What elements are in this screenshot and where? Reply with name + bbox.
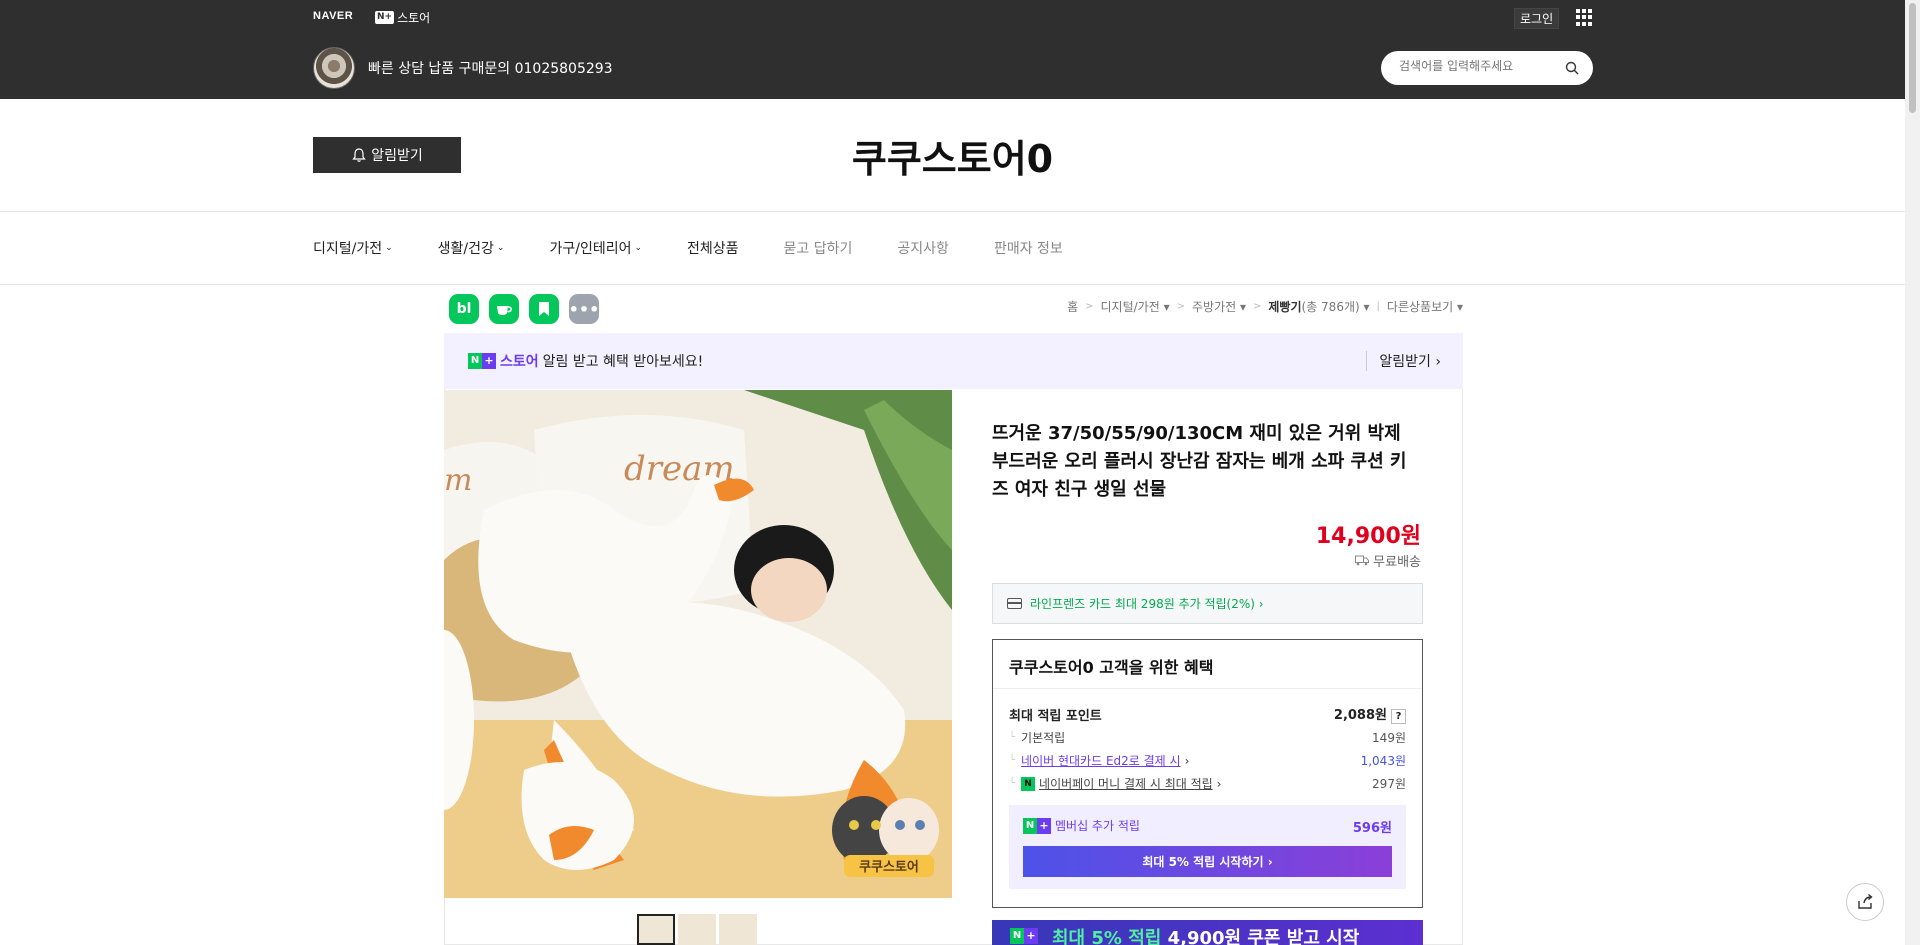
- chevron-right-icon: >: [1176, 301, 1185, 312]
- product-title: 뜨거운 37/50/55/90/130CM 재미 있은 거위 박제 부드러운 오…: [992, 423, 1407, 500]
- breadcrumb-home[interactable]: 홈: [1067, 298, 1078, 315]
- nplus-store-icon: N +: [468, 353, 496, 369]
- nav-item-all-products[interactable]: 전체상품: [687, 238, 739, 258]
- thumbnail[interactable]: [678, 914, 716, 945]
- pay-point-row: └ N 네이버페이 머니 결제 시 최대 적립 › 297원: [1009, 775, 1406, 792]
- chevron-right-icon: >: [1253, 301, 1262, 312]
- breadcrumb-cat2[interactable]: 주방가전 ▾: [1192, 298, 1246, 315]
- divider: [0, 284, 1905, 285]
- credit-card-icon: [1007, 598, 1022, 609]
- nav-item-qna[interactable]: 묻고 답하기: [784, 238, 853, 258]
- help-icon[interactable]: ?: [1391, 709, 1406, 724]
- store-contact-text: 빠른 상담 납품 구매문의 01025805293: [368, 61, 613, 77]
- nav-label: 가구/인테리어: [549, 241, 632, 257]
- login-button[interactable]: 로그인: [1514, 8, 1560, 29]
- thumbnail[interactable]: [637, 914, 675, 945]
- store-search-box: [1381, 51, 1593, 85]
- share-button[interactable]: [1846, 883, 1884, 921]
- goose-plush-image: dream m 쿠쿠스토어: [444, 390, 952, 898]
- category-nav: 디지털/가전 ⌄ 생활/건강 ⌄ 가구/인테리어 ⌄ 전체상품 묻고 답하기 공지사항…: [313, 238, 1108, 258]
- image-watermark: 쿠쿠스토어: [859, 859, 919, 875]
- nplus-store-logo[interactable]: N+ 스토어: [375, 9, 430, 26]
- membership-start-button[interactable]: 최대 5% 적립 시작하기 ›: [1023, 846, 1392, 877]
- share-icon: [1858, 893, 1873, 909]
- membership-value: 596원: [1352, 821, 1392, 836]
- membership-label: 멤버십 추가 적립: [1055, 819, 1140, 833]
- breadcrumb-cat3[interactable]: 제빵기(총 786개) ▾: [1268, 298, 1369, 315]
- chevron-down-icon: ⌄: [496, 243, 505, 253]
- breadcrumb-cat1[interactable]: 디지털/가전 ▾: [1101, 298, 1170, 315]
- thumbnail[interactable]: [719, 914, 757, 945]
- bookmark-icon[interactable]: [529, 294, 559, 324]
- card-point-link[interactable]: 네이버 현대카드 Ed2로 결제 시: [1021, 752, 1181, 769]
- promo-text: 4,900원 쿠폰 받고 시작: [1161, 928, 1360, 945]
- nplus-membership-icon: N +: [1023, 817, 1051, 834]
- thumbnail-strip: [637, 914, 757, 945]
- search-input[interactable]: [1399, 59, 1559, 73]
- max-point-row: 최대 적립 포인트 2,088원?: [1009, 704, 1406, 724]
- share-icons: bl •••: [449, 294, 599, 324]
- card-point-row: └ 네이버 현대카드 Ed2로 결제 시 › 1,043원: [1009, 752, 1406, 769]
- other-products-link[interactable]: 다른상품보기 ▾: [1387, 298, 1463, 315]
- nav-item-seller-info[interactable]: 판매자 정보: [994, 238, 1063, 258]
- card-point-value: 1,043원: [1360, 754, 1406, 768]
- banner-alarm-link[interactable]: 알림받기 ›: [1366, 351, 1441, 371]
- chevron-down-icon: ⌄: [385, 243, 393, 253]
- notification-banner: N + 스토어 알림 받고 혜택 받아보세요! 알림받기 ›: [444, 333, 1463, 389]
- promo-highlight: 최대 5% 적립: [1052, 928, 1162, 945]
- search-icon[interactable]: [1565, 61, 1579, 75]
- pay-point-link[interactable]: 네이버페이 머니 결제 시 최대 적립: [1039, 775, 1213, 792]
- basic-point-row: └ 기본적립 149원: [1009, 731, 1406, 745]
- chevron-down-icon: ⌄: [634, 243, 643, 253]
- banner-text: 알림 받고 혜택 받아보세요!: [542, 354, 704, 370]
- divider: |: [1376, 301, 1380, 312]
- max-point-label: 최대 적립 포인트: [1009, 708, 1102, 724]
- shipping-label: 무료배송: [1373, 555, 1421, 570]
- shipping-info: 무료배송: [1355, 551, 1421, 570]
- top-bar: NAVER N+ 스토어 로그인 빠른 상담 납품 구매문의 010258052…: [0, 0, 1905, 99]
- card-offer-text: 라인프렌즈 카드 최대 298원 추가 적립(2%) ›: [1030, 597, 1264, 611]
- nav-label: 디지털/가전: [313, 241, 383, 257]
- basic-point-value: 149원: [1372, 731, 1406, 745]
- banner-brand: 스토어: [500, 354, 539, 370]
- nav-item-living[interactable]: 생활/건강 ⌄: [438, 238, 505, 258]
- naver-logo[interactable]: NAVER: [313, 10, 353, 22]
- nav-item-furniture[interactable]: 가구/인테리어 ⌄: [549, 238, 642, 258]
- apps-grid-icon[interactable]: [1576, 9, 1593, 26]
- scrollbar-thumb[interactable]: [1909, 3, 1916, 113]
- cafe-icon[interactable]: [489, 294, 519, 324]
- nav-item-notice[interactable]: 공지사항: [897, 238, 949, 258]
- basic-point-label: 기본적립: [1021, 731, 1066, 745]
- divider: [0, 211, 1905, 212]
- max-point-value: 2,088원?: [1334, 704, 1406, 724]
- nav-label: 생활/건강: [437, 241, 494, 257]
- page-scrollbar[interactable]: [1905, 0, 1920, 945]
- store-title[interactable]: 쿠쿠스토어0: [0, 128, 1905, 183]
- svg-text:m: m: [444, 463, 472, 498]
- benefit-title: 쿠쿠스토어0 고객을 위한 혜택: [1009, 658, 1214, 677]
- truck-icon: [1355, 555, 1370, 566]
- card-offer[interactable]: 라인프렌즈 카드 최대 298원 추가 적립(2%) ›: [992, 583, 1423, 624]
- npay-icon: N: [1021, 776, 1036, 791]
- store-avatar[interactable]: [313, 47, 355, 89]
- nplus-mark: N+: [375, 11, 395, 24]
- benefit-panel: 쿠쿠스토어0 고객을 위한 혜택 최대 적립 포인트 2,088원? └ 기본적립…: [992, 639, 1423, 908]
- membership-box: N + 멤버십 추가 적립 596원 최대 5% 적립 시작하기 ›: [1009, 805, 1406, 889]
- chevron-right-icon: >: [1085, 301, 1094, 312]
- product-image[interactable]: dream m 쿠쿠스토어: [444, 390, 952, 898]
- more-icon[interactable]: •••: [569, 294, 599, 324]
- product-price: 14,900원: [1315, 524, 1421, 549]
- membership-promo-banner[interactable]: N + 최대 5% 적립 4,900원 쿠폰 받고 시작: [992, 920, 1423, 945]
- nav-item-digital[interactable]: 디지털/가전 ⌄: [313, 238, 393, 258]
- pay-point-value: 297원: [1372, 777, 1406, 791]
- nplus-icon: N +: [1010, 928, 1038, 944]
- nplus-store-label: 스토어: [397, 11, 431, 25]
- blog-icon[interactable]: bl: [449, 294, 479, 324]
- breadcrumb: 홈 > 디지털/가전 ▾ > 주방가전 ▾ > 제빵기(총 786개) ▾ | …: [1067, 298, 1463, 315]
